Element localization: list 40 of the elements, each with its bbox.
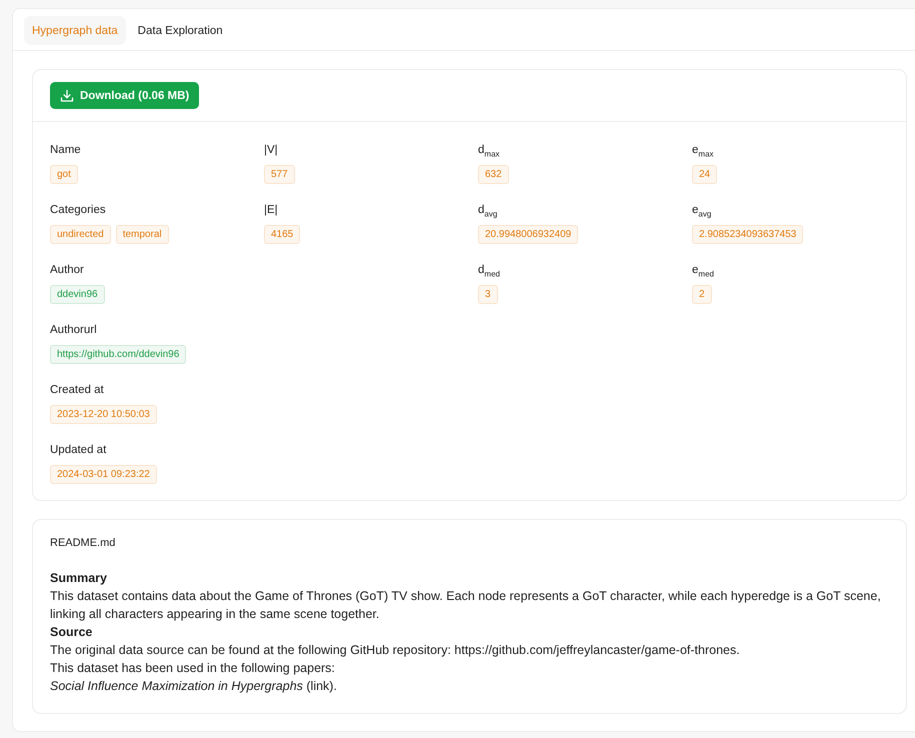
tag: 2024-03-01 09:23:22 [50, 465, 157, 484]
tag: 2.9085234093637453 [692, 225, 804, 244]
download-button[interactable]: Download (0.06 MB) [50, 82, 200, 109]
tag: 3 [478, 285, 498, 304]
tag: 577 [264, 165, 295, 184]
tag: temporal [116, 225, 169, 244]
tag: 20.9948006932409 [478, 225, 578, 244]
paragraph: Social Influence Maximization in Hypergraphs (link). [50, 678, 338, 695]
download-icon [60, 88, 74, 102]
tag: 4165 [264, 225, 300, 244]
readme-title: README.md [50, 537, 116, 549]
paragraph: This dataset has been used in the following papers: [50, 660, 336, 677]
paragraph: The original data source can be found at the following GitHub repository: https://github.com/jeffreylancaster/game-of-thrones. [50, 642, 741, 659]
field-label: Author [50, 263, 85, 278]
tag: got [50, 165, 78, 184]
tag: 2 [692, 285, 712, 304]
field-label: e$_{med}$ [692, 263, 715, 278]
section-heading: Summary [50, 570, 108, 587]
paragraph: This dataset contains data about the Game of Thrones (GoT) TV show. Each node represents a GoT character, while each hyperedge is a GoT scene, linking all characters appearing in the same scene together. [50, 588, 882, 623]
tag: 632 [478, 165, 509, 184]
field-label: e$_{max}$ [692, 143, 715, 158]
tag: ddevin96 [50, 285, 105, 304]
field-label: |E| [264, 203, 279, 218]
tag: https://github.com/ddevin96 [50, 345, 186, 364]
tag: 2023-12-20 10:50:03 [50, 405, 157, 424]
tag: 24 [692, 165, 718, 184]
field-label: d$_{med}$ [478, 263, 501, 278]
section-heading: Source [50, 624, 94, 641]
field-label: Updated at [50, 443, 108, 458]
field-label: |V| [264, 143, 279, 158]
field-label: Created at [50, 383, 105, 398]
field-label: d$_{max}$ [478, 143, 501, 158]
field-label: e$_{avg}$ [692, 203, 712, 218]
field-label: Authorurl [50, 323, 98, 338]
field-label: Name [50, 143, 82, 158]
tag: undirected [50, 225, 111, 244]
field-label: Categories [50, 203, 107, 218]
field-label: d$_{avg}$ [478, 203, 498, 218]
tab[interactable]: Hypergraph data [24, 16, 126, 45]
tab[interactable]: Data Exploration [130, 16, 231, 45]
